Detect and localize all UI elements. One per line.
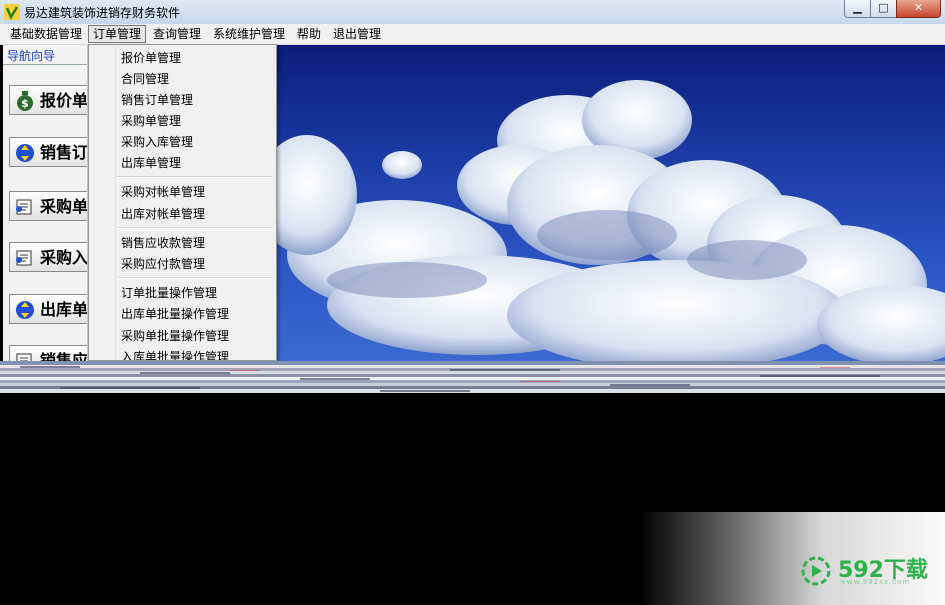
menu-item-contract-management[interactable]: 合同管理 (121, 70, 169, 88)
menu-separator (117, 277, 273, 279)
menu-item-purchase-reconciliation[interactable]: 采购对帐单管理 (121, 183, 205, 201)
menu-item-outbound-reconciliation[interactable]: 出库对帐单管理 (121, 205, 205, 223)
menu-separator (117, 176, 273, 178)
nav-button-sales-order[interactable]: 销售订 (9, 137, 88, 167)
menu-help[interactable]: 帮助 (293, 26, 325, 42)
menu-orders[interactable]: 订单管理 (88, 25, 147, 43)
menu-exit[interactable]: 退出管理 (329, 26, 385, 42)
menu-item-purchase-order-management[interactable]: 采购单管理 (121, 112, 181, 130)
minimize-button[interactable]: ▁ (844, 0, 871, 18)
nav-button-label: 报价单 (40, 91, 88, 110)
document-icon (16, 250, 32, 266)
nav-button-outbound[interactable]: 出库单 (9, 294, 88, 324)
title-bar: 易达建筑装饰进销存财务软件 ▁ □ ✕ (0, 0, 945, 25)
menu-item-purchase-inbound-management[interactable]: 采购入库管理 (121, 133, 193, 151)
nav-button-label: 采购单 (40, 197, 88, 216)
menu-separator (117, 227, 273, 229)
menu-item-order-batch[interactable]: 订单批量操作管理 (121, 284, 217, 302)
menu-system-maintenance[interactable]: 系统维护管理 (209, 26, 289, 42)
maximize-button[interactable]: □ (870, 0, 897, 18)
nav-button-purchase-inbound[interactable]: 采购入库 (9, 242, 88, 272)
arrows-icon (16, 301, 34, 319)
app-logo-icon (4, 4, 20, 20)
close-button[interactable]: ✕ (896, 0, 941, 18)
menu-item-purchase-batch[interactable]: 采购单批量操作管理 (121, 327, 229, 345)
orders-dropdown-menu: 报价单管理 合同管理 销售订单管理 采购单管理 采购入库管理 出库单管理 采购对… (88, 44, 277, 361)
watermark-logo-icon (801, 556, 831, 586)
nav-button-label: 销售订 (40, 143, 88, 162)
menu-item-sales-order-management[interactable]: 销售订单管理 (121, 91, 193, 109)
menu-gutter (115, 47, 116, 359)
render-artifact-band (0, 361, 945, 393)
svg-text:$: $ (21, 97, 29, 110)
window-title: 易达建筑装饰进销存财务软件 (24, 6, 181, 20)
menu-item-sales-receivables[interactable]: 销售应收款管理 (121, 234, 205, 252)
document-icon (16, 353, 32, 361)
desktop-background (277, 45, 945, 361)
menu-item-quote-management[interactable]: 报价单管理 (121, 49, 181, 67)
arrows-icon (16, 144, 34, 162)
menu-item-purchase-payables[interactable]: 采购应付款管理 (121, 255, 205, 273)
navigation-panel: 导航向导 $ 报价单 销售订 采购单 采购入库 (3, 45, 88, 361)
menu-item-inbound-batch[interactable]: 入库单批量操作管理 (121, 348, 229, 360)
nav-button-label: 销售应收 (40, 351, 88, 361)
menu-basic-data[interactable]: 基础数据管理 (6, 26, 86, 42)
watermark-url: www.592xz.com (840, 578, 911, 586)
nav-button-quote[interactable]: $ 报价单 (9, 85, 88, 115)
clouds-image (277, 80, 945, 361)
menu-query[interactable]: 查询管理 (149, 26, 205, 42)
nav-button-purchase-order[interactable]: 采购单 (9, 191, 88, 221)
menu-item-outbound-batch[interactable]: 出库单批量操作管理 (121, 305, 229, 323)
nav-divider (3, 64, 87, 65)
nav-button-label: 出库单 (40, 300, 88, 319)
document-icon (16, 199, 32, 215)
menu-bar: 基础数据管理 订单管理 查询管理 系统维护管理 帮助 退出管理 (0, 24, 945, 45)
menu-item-outbound-management[interactable]: 出库单管理 (121, 154, 181, 172)
nav-button-receivables[interactable]: 销售应收 (9, 345, 88, 361)
nav-header: 导航向导 (7, 49, 56, 63)
nav-button-label: 采购入库 (40, 248, 88, 267)
money-bag-icon: $ (17, 91, 33, 111)
